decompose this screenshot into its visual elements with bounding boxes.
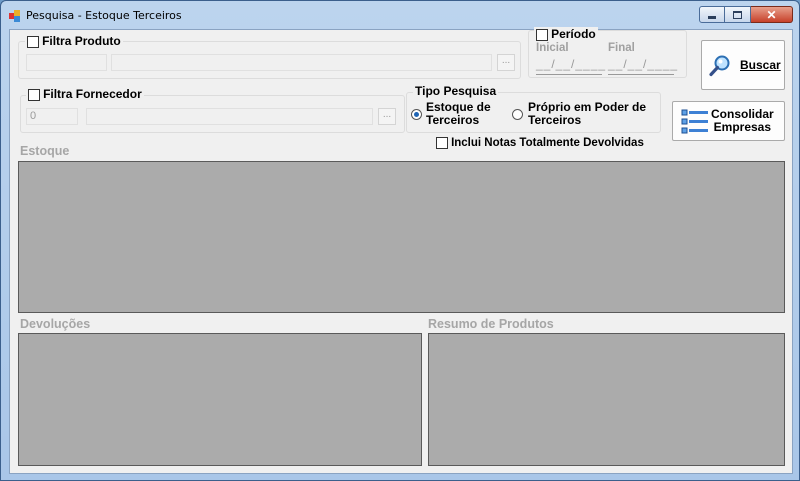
buscar-button[interactable]: Buscar	[701, 40, 785, 90]
window-title: Pesquisa - Estoque Terceiros	[26, 9, 182, 22]
magnifier-icon	[709, 55, 730, 77]
fornecedor-lookup-button: ...	[378, 108, 396, 125]
close-button[interactable]: ✕	[751, 6, 793, 23]
radio-estoque-indicator	[411, 109, 422, 120]
estoque-section-title: Estoque	[20, 144, 70, 158]
title-bar[interactable]: Pesquisa - Estoque Terceiros ✕	[1, 1, 799, 29]
periodo-label: Período	[551, 27, 596, 41]
filtra-produto-checkbox[interactable]	[27, 36, 39, 49]
form-client-area: Filtra Produto ... Período Inicial Final…	[9, 27, 793, 474]
filtra-fornecedor-header: Filtra Fornecedor	[26, 87, 144, 102]
filtra-produto-header: Filtra Produto	[25, 34, 123, 49]
filtra-produto-label: Filtra Produto	[42, 34, 121, 48]
inclui-notas-checkbox[interactable]	[436, 137, 448, 150]
minimize-button[interactable]	[699, 6, 725, 23]
devolucoes-grid[interactable]	[18, 333, 422, 466]
minimize-icon	[708, 15, 716, 19]
final-date-field: __/__/____	[608, 57, 677, 75]
consolidar-label-line1: Consolidar	[711, 107, 774, 121]
produto-code-field	[26, 54, 107, 71]
filtra-fornecedor-checkbox[interactable]	[28, 89, 40, 102]
fornecedor-code-field: 0	[26, 108, 78, 125]
fornecedor-description-field	[86, 108, 373, 125]
produto-lookup-button: ...	[497, 54, 515, 71]
estoque-grid[interactable]	[18, 161, 785, 313]
maximize-button[interactable]	[725, 6, 751, 23]
radio-estoque-label: Estoque de Terceiros	[426, 101, 491, 127]
periodo-header: Período	[534, 27, 598, 42]
close-icon: ✕	[766, 7, 777, 22]
app-window: Pesquisa - Estoque Terceiros ✕ Filtra Pr…	[0, 0, 800, 481]
consolidar-label: Consolidar Empresas	[711, 108, 774, 134]
inclui-notas-label: Inclui Notas Totalmente Devolvidas	[451, 137, 644, 149]
window-controls: ✕	[699, 6, 793, 23]
radio-estoque-terceiros[interactable]: Estoque de Terceiros	[411, 101, 491, 127]
radio-proprio-poder-terceiros[interactable]: Próprio em Poder de Terceiros	[512, 101, 646, 127]
app-icon	[9, 10, 21, 22]
final-label: Final	[608, 42, 635, 54]
consolidar-empresas-button[interactable]: Consolidar Empresas	[672, 101, 785, 141]
consolidar-label-line2: Empresas	[713, 120, 772, 134]
tipo-pesquisa-label: Tipo Pesquisa	[413, 84, 499, 98]
filtra-fornecedor-label: Filtra Fornecedor	[43, 87, 142, 101]
periodo-checkbox[interactable]	[536, 29, 548, 42]
inclui-notas-option[interactable]: Inclui Notas Totalmente Devolvidas	[436, 137, 644, 150]
radio-estoque-label-line2: Terceiros	[426, 113, 480, 127]
resumo-produtos-grid[interactable]	[428, 333, 785, 466]
buscar-label: Buscar	[740, 58, 781, 72]
inicial-date-field: __/__/____	[536, 57, 605, 75]
radio-proprio-label-line2: Terceiros	[528, 113, 582, 127]
produto-description-field	[111, 54, 492, 71]
devolucoes-section-title: Devoluções	[20, 317, 91, 331]
maximize-icon	[733, 10, 742, 19]
radio-proprio-label-line1: Próprio em Poder de	[528, 100, 647, 114]
list-icon	[681, 109, 708, 134]
resumo-section-title: Resumo de Produtos	[428, 317, 554, 331]
radio-proprio-label: Próprio em Poder de Terceiros	[528, 101, 646, 127]
inicial-label: Inicial	[536, 42, 569, 54]
radio-proprio-indicator	[512, 109, 523, 120]
radio-estoque-label-line1: Estoque de	[426, 100, 491, 114]
